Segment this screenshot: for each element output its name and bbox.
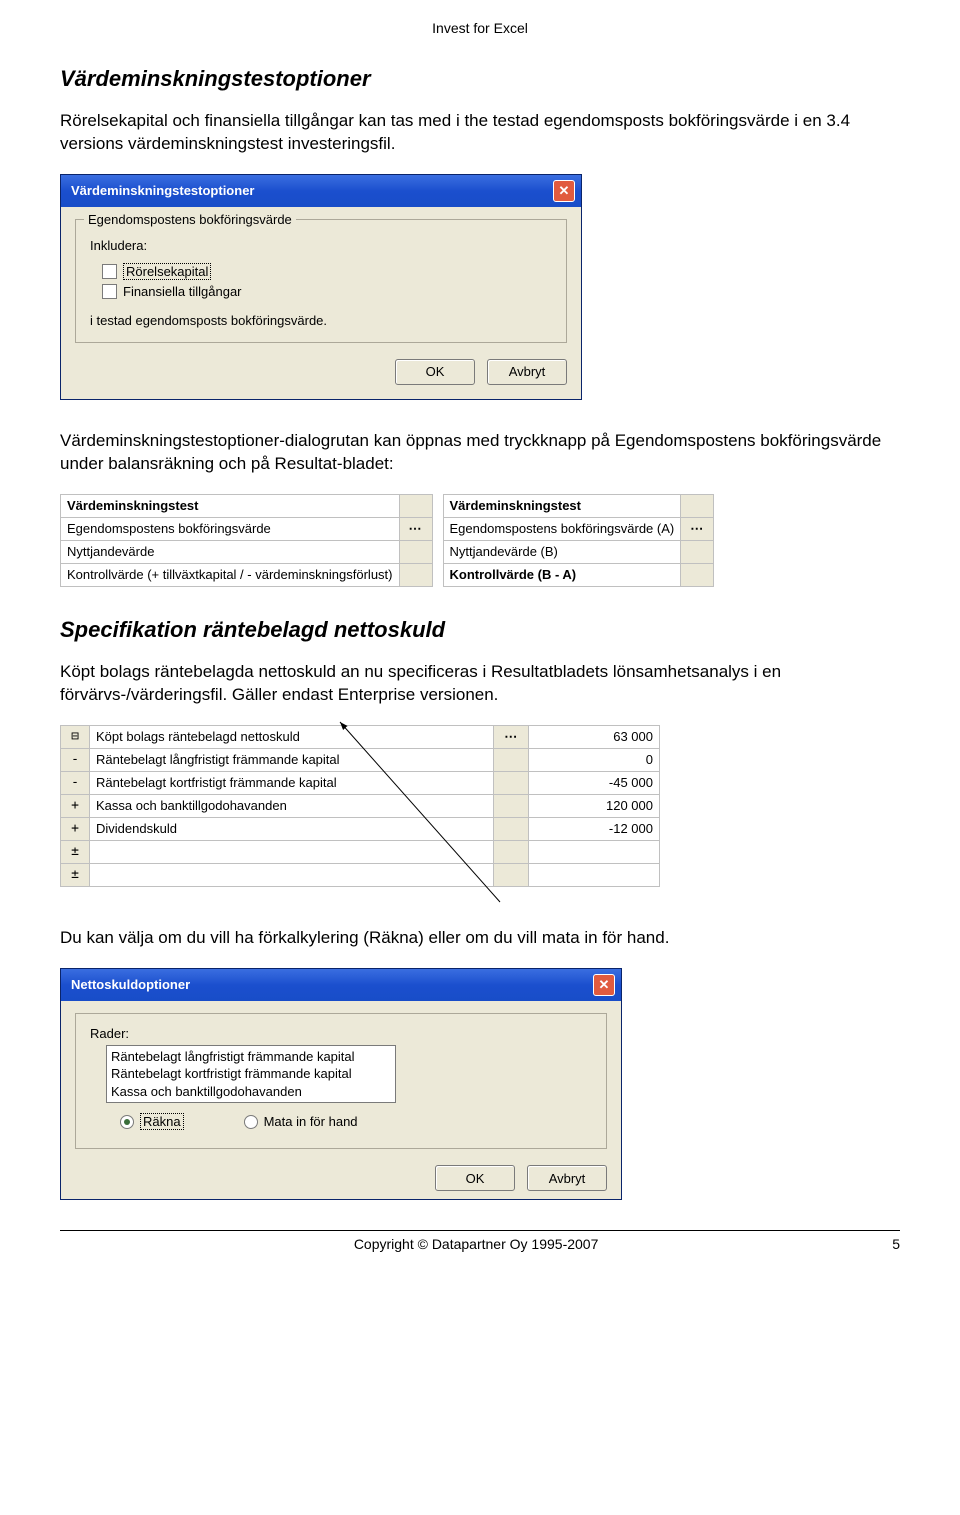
open-dialog-button[interactable]: ⋯ (681, 517, 714, 540)
ok-button[interactable]: OK (435, 1165, 515, 1191)
radio-label-manual: Mata in för hand (264, 1114, 358, 1129)
cell: Kontrollvärde (B - A) (443, 563, 681, 586)
sign-cell: - (61, 748, 90, 771)
sign-cell: + (61, 817, 90, 840)
cell: Egendomspostens bokföringsvärde (61, 517, 400, 540)
dialog-titlebar: Nettoskuldoptioner ✕ (61, 969, 621, 1001)
para2: Värdeminskningstestoptioner-dialogrutan … (60, 430, 900, 476)
checkbox-financial-assets[interactable] (102, 284, 117, 299)
cell: Kontrollvärde (+ tillväxtkapital / - vär… (61, 563, 400, 586)
rows-label: Rader: (90, 1026, 592, 1041)
cell: Värdeminskningstest (61, 494, 400, 517)
radio-manual[interactable] (244, 1115, 258, 1129)
groupbox-rows: Rader: Räntebelagt långfristigt främmand… (75, 1013, 607, 1150)
groupbox-footer-text: i testad egendomsposts bokföringsvärde. (90, 313, 552, 328)
section2-heading: Specifikation räntebelagd nettoskuld (60, 617, 900, 643)
rows-listbox[interactable]: Räntebelagt långfristigt främmande kapit… (106, 1045, 396, 1104)
cancel-button[interactable]: Avbryt (527, 1165, 607, 1191)
impairment-options-dialog: Värdeminskningstestoptioner ✕ Egendomspo… (60, 174, 582, 400)
open-dialog-button[interactable]: ⋯ (494, 725, 529, 748)
radio-label-calculate: Räkna (140, 1113, 184, 1130)
groupbox-legend: Egendomspostens bokföringsvärde (84, 212, 296, 227)
close-icon[interactable]: ✕ (553, 180, 575, 202)
checkbox-working-capital[interactable] (102, 264, 117, 279)
page-header: Invest for Excel (60, 20, 900, 36)
include-label: Inkludera: (90, 238, 552, 253)
list-item: Räntebelagt långfristigt främmande kapit… (111, 1048, 391, 1066)
sign-cell: - (61, 771, 90, 794)
checkbox-label-financial-assets: Finansiella tillgångar (123, 284, 242, 299)
cell: Räntebelagt kortfristigt främmande kapit… (90, 771, 494, 794)
expand-icon[interactable]: ⊟ (61, 725, 90, 748)
cell: Egendomspostens bokföringsvärde (A) (443, 517, 681, 540)
section2-para: Köpt bolags räntebelagda nettoskuld an n… (60, 661, 900, 707)
cell: 0 (529, 748, 660, 771)
groupbox-book-value: Egendomspostens bokföringsvärde Inkluder… (75, 219, 567, 343)
list-item: Räntebelagt kortfristigt främmande kapit… (111, 1065, 391, 1083)
page-number: 5 (892, 1236, 900, 1252)
cell: Nyttjandevärde (B) (443, 540, 681, 563)
ok-button[interactable]: OK (395, 359, 475, 385)
cell: Kassa och banktillgodohavanden (90, 794, 494, 817)
cell: Köpt bolags räntebelagd nettoskuld (90, 725, 494, 748)
para3: Du kan välja om du vill ha förkalkylerin… (60, 927, 900, 950)
impairment-tables: Värdeminskningstest Egendomspostens bokf… (60, 494, 900, 587)
copyright-text: Copyright © Datapartner Oy 1995-2007 (354, 1236, 599, 1252)
section1-para: Rörelsekapital och finansiella tillgånga… (60, 110, 900, 156)
sign-cell: ± (61, 840, 90, 863)
dialog-title: Värdeminskningstestoptioner (71, 183, 254, 198)
radio-calculate[interactable] (120, 1115, 134, 1129)
nettoskuld-options-dialog: Nettoskuldoptioner ✕ Rader: Räntebelagt … (60, 968, 622, 1200)
section1-heading: Värdeminskningstestoptioner (60, 66, 900, 92)
impairment-table-right: Värdeminskningstest Egendomspostens bokf… (443, 494, 715, 587)
page-footer: Copyright © Datapartner Oy 1995-2007 5 (60, 1230, 900, 1252)
cell: 120 000 (529, 794, 660, 817)
sign-cell: + (61, 794, 90, 817)
dialog-titlebar: Värdeminskningstestoptioner ✕ (61, 175, 581, 207)
open-dialog-button[interactable]: ⋯ (399, 517, 432, 540)
cancel-button[interactable]: Avbryt (487, 359, 567, 385)
close-icon[interactable]: ✕ (593, 974, 615, 996)
nettoskuld-table: ⊟ Köpt bolags räntebelagd nettoskuld ⋯ 6… (60, 725, 660, 887)
cell: Dividendskuld (90, 817, 494, 840)
dialog-title: Nettoskuldoptioner (71, 977, 190, 992)
cell: Räntebelagt långfristigt främmande kapit… (90, 748, 494, 771)
cell: 63 000 (529, 725, 660, 748)
cell: -12 000 (529, 817, 660, 840)
list-item: Kassa och banktillgodohavanden (111, 1083, 391, 1101)
cell: Värdeminskningstest (443, 494, 681, 517)
cell: -45 000 (529, 771, 660, 794)
cell: Nyttjandevärde (61, 540, 400, 563)
impairment-table-left: Värdeminskningstest Egendomspostens bokf… (60, 494, 433, 587)
checkbox-label-working-capital: Rörelsekapital (123, 263, 211, 280)
sign-cell: ± (61, 863, 90, 886)
